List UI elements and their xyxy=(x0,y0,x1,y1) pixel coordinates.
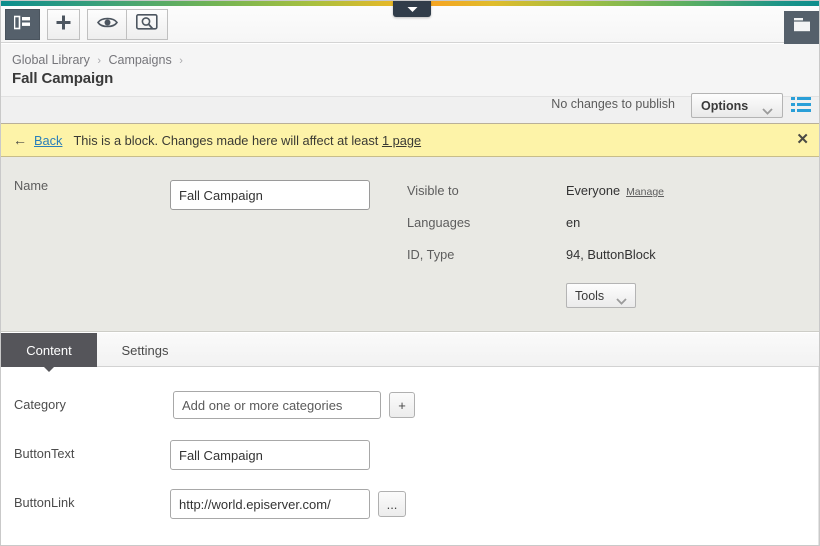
add-button[interactable] xyxy=(47,9,80,40)
publish-status-text: No changes to publish xyxy=(551,97,675,111)
tab-content[interactable]: Content xyxy=(1,333,97,367)
browse-link-button[interactable]: ... xyxy=(378,491,406,517)
button-text-label: ButtonText xyxy=(14,446,75,461)
chevron-down-icon xyxy=(616,292,627,310)
metadata-key: ID, Type xyxy=(407,247,455,262)
episerver-edit-window: Global Library › Campaigns › Fall Campai… xyxy=(0,0,820,546)
form-right-gutter xyxy=(818,367,819,545)
affected-pages-link[interactable]: 1 page xyxy=(382,133,421,148)
breadcrumb-separator: › xyxy=(179,55,183,67)
page-header: Global Library › Campaigns › Fall Campai… xyxy=(1,44,819,118)
block-notification-bar: ← Back This is a block. Changes made her… xyxy=(1,124,819,157)
preview-button[interactable] xyxy=(87,9,126,40)
content-form: Category + ButtonText ButtonLink ... xyxy=(1,367,819,545)
breadcrumb-item-campaigns[interactable]: Campaigns xyxy=(108,53,171,67)
metadata-key: Languages xyxy=(407,215,471,230)
list-view-icon xyxy=(791,97,811,112)
add-category-button[interactable]: + xyxy=(389,392,415,418)
tools-button[interactable]: Tools xyxy=(566,283,636,308)
breadcrumb-separator: › xyxy=(97,55,101,67)
breadcrumb: Global Library › Campaigns › xyxy=(12,53,187,67)
chevron-down-icon xyxy=(407,6,418,13)
metadata-value: en xyxy=(566,215,581,230)
navigation-toggle-button[interactable] xyxy=(5,9,40,40)
metadata-list: Visible to Everyone Manage Languages en I… xyxy=(1,157,819,331)
plus-icon xyxy=(56,15,71,35)
category-label: Category xyxy=(14,397,66,412)
breadcrumb-item-global-library[interactable]: Global Library xyxy=(12,53,90,67)
tools-button-label: Tools xyxy=(575,288,605,303)
list-view-toggle-button[interactable] xyxy=(791,96,811,114)
options-button[interactable]: Options xyxy=(691,93,783,118)
visible-to-value: Everyone xyxy=(566,183,621,198)
chevron-down-icon xyxy=(762,102,773,120)
tab-strip: Content Settings xyxy=(1,333,819,367)
button-text-input[interactable] xyxy=(170,440,370,470)
eye-icon xyxy=(96,16,118,34)
metadata-value: 94, ButtonBlock xyxy=(566,247,656,262)
notification-message: This is a block. Changes made here will … xyxy=(73,132,379,148)
view-compare-button[interactable] xyxy=(126,9,168,40)
button-link-label: ButtonLink xyxy=(14,495,75,510)
panel-pull-tab[interactable] xyxy=(393,1,431,17)
close-icon[interactable]: ✕ xyxy=(796,132,809,147)
options-button-label: Options xyxy=(701,98,749,113)
back-link[interactable]: Back xyxy=(34,133,62,148)
category-input[interactable] xyxy=(173,391,381,419)
metadata-value: Everyone Manage xyxy=(566,183,664,198)
screen-search-icon xyxy=(136,13,158,36)
tab-settings[interactable]: Settings xyxy=(97,333,193,367)
notification-text: This is a block. Changes made here will … xyxy=(73,133,421,148)
arrow-left-icon: ← xyxy=(13,132,27,148)
content-info-panel: Name Visible to EveryoneManage Languages… xyxy=(1,157,819,332)
navigation-tree-icon xyxy=(13,15,31,35)
manage-access-link[interactable]: Manage xyxy=(626,186,664,198)
assets-folder-icon xyxy=(792,17,812,38)
button-link-input[interactable] xyxy=(170,489,370,519)
page-title: Fall Campaign xyxy=(12,70,114,87)
assets-pane-button[interactable] xyxy=(784,11,819,44)
metadata-key: Visible to xyxy=(407,183,459,198)
active-tab-pointer xyxy=(43,366,55,372)
